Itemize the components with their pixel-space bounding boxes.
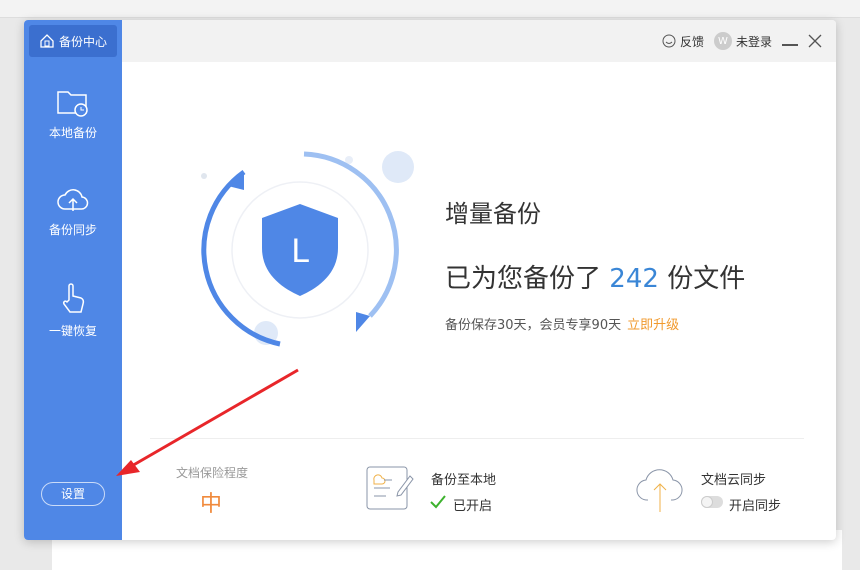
red-annotation-arrow — [116, 368, 299, 476]
